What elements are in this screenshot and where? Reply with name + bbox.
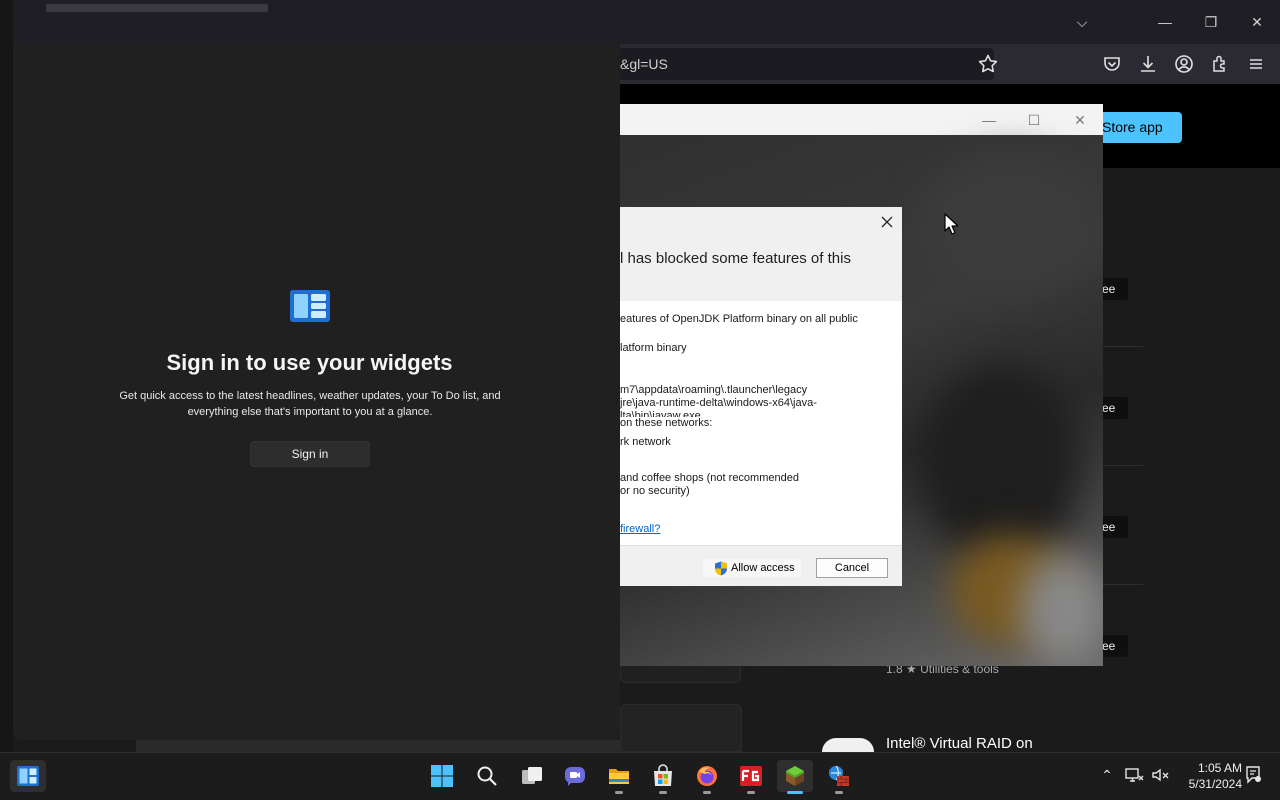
running-indicator-active	[787, 791, 803, 794]
network-icon[interactable]	[1124, 764, 1144, 786]
menu-icon[interactable]	[1244, 52, 1268, 76]
maximize-button[interactable]: ☐	[1022, 108, 1046, 132]
minimize-button[interactable]: —	[977, 108, 1001, 132]
widgets-icon	[290, 290, 330, 322]
account-icon[interactable]	[1172, 52, 1196, 76]
browser-tab-bar: ⌵ — ❐ ✕	[0, 0, 1280, 44]
start-button[interactable]	[424, 760, 460, 792]
fg-app-icon	[740, 766, 762, 786]
running-indicator	[703, 791, 711, 794]
running-indicator	[615, 791, 623, 794]
bookmark-star-icon[interactable]	[976, 52, 1000, 76]
allow-access-button[interactable]: Allow access	[702, 558, 802, 578]
dialog-text: eatures of OpenJDK Platform binary on al…	[620, 313, 858, 325]
store-card	[620, 665, 741, 683]
restore-button[interactable]: ❐	[1199, 10, 1223, 34]
notifications-icon[interactable]	[1243, 764, 1263, 786]
chat-icon	[565, 767, 585, 786]
tlauncher-button[interactable]	[777, 760, 813, 792]
clock-time: 1:05 AM	[1197, 761, 1242, 775]
firewall-help-link[interactable]: firewall?	[620, 523, 660, 535]
close-button[interactable]: ✕	[1245, 10, 1269, 34]
intel-logo	[822, 738, 874, 752]
public-network-checkbox-label[interactable]: and coffee shops (not recommended	[620, 472, 799, 484]
taskbar	[0, 752, 1280, 800]
widgets-taskbar-button[interactable]	[10, 760, 46, 792]
path-value: jre\java-runtime-delta\windows-x64\java-	[620, 397, 817, 409]
list-tabs-chevron-icon[interactable]: ⌵	[1070, 10, 1094, 34]
close-button[interactable]: ✕	[1068, 108, 1092, 132]
show-hidden-icons-chevron-icon[interactable]: ⌃	[1097, 764, 1117, 786]
minimize-button[interactable]: —	[1153, 10, 1177, 34]
networks-label: on these networks:	[620, 417, 713, 429]
app-title[interactable]: Intel® Virtual RAID on	[886, 735, 1033, 752]
public-network-checkbox-label: or no security)	[620, 485, 690, 497]
firewall-app-button[interactable]	[821, 760, 857, 792]
running-indicator	[835, 791, 843, 794]
dialog-header: l has blocked some features of this	[620, 207, 902, 301]
widgets-panel-edge	[0, 0, 13, 752]
window-title-bar[interactable]: — ☐ ✕	[620, 104, 1103, 135]
search-button[interactable]	[469, 760, 505, 792]
firefox-button[interactable]	[689, 760, 725, 792]
task-view-icon	[522, 767, 542, 784]
minecraft-block-icon	[786, 766, 804, 786]
private-network-checkbox-label[interactable]: rk network	[620, 436, 671, 448]
teams-chat-button[interactable]	[557, 760, 593, 792]
windows-logo-icon	[431, 765, 453, 787]
cancel-button[interactable]: Cancel	[816, 558, 888, 578]
fg-app-button[interactable]	[733, 760, 769, 792]
list-divider	[1103, 346, 1143, 347]
extensions-icon[interactable]	[1208, 52, 1232, 76]
download-icon[interactable]	[1136, 52, 1160, 76]
allow-access-label: Allow access	[731, 562, 795, 574]
firewall-alert-dialog: l has blocked some features of this eatu…	[620, 207, 902, 586]
volume-muted-icon[interactable]	[1150, 764, 1170, 786]
background-shape	[1020, 555, 1103, 665]
list-divider	[1103, 584, 1143, 585]
open-store-app-button[interactable]: Store app	[1094, 112, 1182, 143]
store-icon	[654, 764, 672, 786]
store-card	[136, 740, 620, 752]
dialog-footer: Allow access Cancel	[620, 545, 902, 586]
uac-shield-icon	[715, 561, 727, 576]
close-icon[interactable]	[876, 211, 898, 233]
sign-in-button[interactable]: Sign in	[250, 441, 370, 467]
browser-tab[interactable]	[46, 4, 268, 12]
running-indicator	[747, 791, 755, 794]
task-view-button[interactable]	[514, 760, 550, 792]
clock-date: 5/31/2024	[1188, 777, 1242, 791]
widgets-icon	[17, 766, 39, 786]
file-explorer-button[interactable]	[601, 760, 637, 792]
widgets-panel: Sign in to use your widgets Get quick ac…	[13, 44, 620, 740]
address-bar-text: &gl=US	[620, 56, 668, 72]
pocket-icon[interactable]	[1100, 52, 1124, 76]
taskbar-clock[interactable]: 1:05 AM 5/31/2024	[1178, 760, 1242, 792]
path-value: m7\appdata\roaming\.tlauncher\legacy	[620, 384, 808, 396]
running-indicator	[659, 791, 667, 794]
list-divider	[1103, 465, 1143, 466]
widgets-title: Sign in to use your widgets	[166, 350, 453, 375]
microsoft-store-button[interactable]	[645, 760, 681, 792]
firewall-icon	[829, 765, 849, 786]
dialog-heading: l has blocked some features of this	[620, 250, 851, 267]
search-icon	[477, 766, 497, 786]
mouse-cursor-icon	[944, 213, 958, 235]
folder-icon	[609, 769, 629, 784]
store-card	[620, 704, 742, 752]
firefox-icon	[697, 766, 717, 786]
path-value: lta\bin\javaw.exe	[620, 410, 701, 417]
widgets-description: Get quick access to the latest headlines…	[119, 390, 501, 418]
publisher-value: latform binary	[620, 342, 687, 354]
